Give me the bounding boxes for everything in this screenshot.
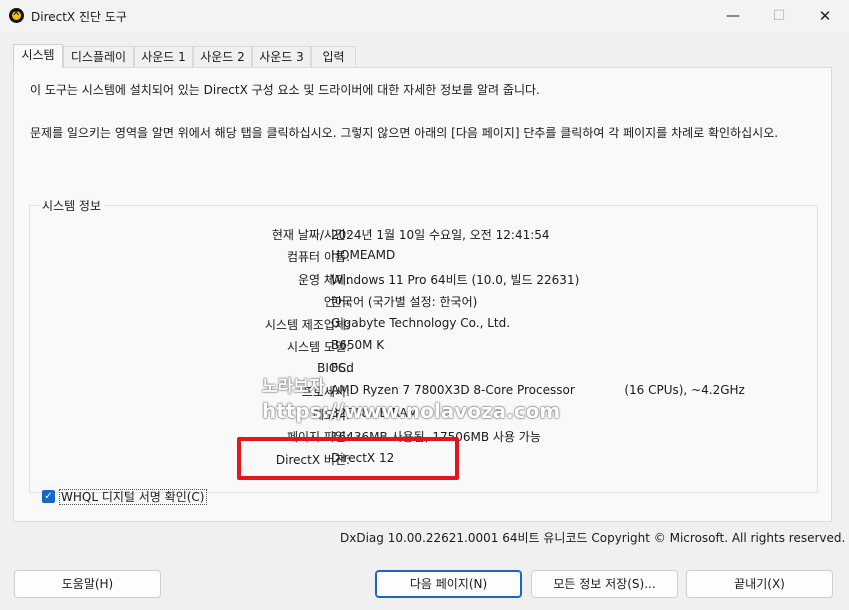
info-row-model: 시스템 모델: B650M K [30,338,810,356]
info-value: FCd [331,361,354,375]
exit-button[interactable]: 끝내기(X) [686,570,833,598]
tab-system[interactable]: 시스템 [13,44,63,68]
whql-checkbox[interactable]: ✓ [42,490,55,503]
info-row-manufacturer: 시스템 제조업체: Gigabyte Technology Co., Ltd. [30,316,810,334]
instruction-text: 문제를 일으키는 영역을 알면 위에서 해당 탭을 클릭하십시오. 그렇지 않으… [30,126,779,140]
tab-sound-1[interactable]: 사운드 1 [134,46,193,67]
tab-display[interactable]: 디스플레이 [63,46,134,67]
info-row-datetime: 현재 날짜/시간: 2024년 1월 10일 수요일, 오전 12:41:54 [30,226,810,244]
info-value: HOMEAMD [331,248,396,262]
info-label: 운영 체제: [297,273,350,287]
help-button[interactable]: 도움말(H) [14,570,161,598]
info-value: Windows 11 Pro 64비트 (10.0, 빌드 22631) [331,273,580,287]
info-label: 메모리: [312,408,350,422]
info-label: 컴퓨터 이름: [286,250,350,264]
info-row-os: 운영 체제: Windows 11 Pro 64비트 (10.0, 빌드 226… [30,271,810,289]
window-title: DirectX 진단 도구 [31,10,127,24]
next-page-button[interactable]: 다음 페이지(N) [375,570,522,598]
whql-checkbox-label[interactable]: WHQL 디지털 서명 확인(C) [59,489,207,505]
info-row-computer-name: 컴퓨터 이름: HOMEAMD [30,248,810,266]
tab-sound-3[interactable]: 사운드 3 [252,46,311,67]
info-row-memory: 메모리: 32768MB RAM [30,406,810,424]
dxdiag-version-info: DxDiag 10.00.22621.0001 64비트 유니코드 Copyri… [340,531,846,545]
info-label: 현재 날짜/시간: [271,228,350,242]
save-all-info-button[interactable]: 모든 정보 저장(S)... [531,570,678,598]
info-value: AMD Ryzen 7 7800X3D 8-Core Processor (16… [331,383,745,397]
tab-sound-2[interactable]: 사운드 2 [193,46,252,67]
info-label: 언어: [323,295,350,309]
directx-app-icon [9,8,24,23]
info-value: 한국어 (국가별 설정: 한국어) [331,295,478,309]
directx-version-highlight-box [237,437,459,480]
info-value: 2024년 1월 10일 수요일, 오전 12:41:54 [331,228,550,242]
minimize-button[interactable]: — [710,0,756,32]
info-label: 시스템 모델: [286,340,350,354]
info-value: 32768MB RAM [331,406,418,420]
info-value: B650M K [331,338,385,352]
system-info-title: 시스템 정보 [39,197,105,214]
info-row-bios: BIOS: FCd [30,361,810,379]
info-label: BIOS: [317,361,350,375]
info-label: 프로세서: [301,385,350,399]
close-button[interactable]: ✕ [802,0,848,32]
maximize-button[interactable]: ☐ [756,0,802,32]
intro-text: 이 도구는 시스템에 설치되어 있는 DirectX 구성 요소 및 드라이버에… [30,83,540,97]
tab-input[interactable]: 입력 [311,46,356,67]
info-row-processor: 프로세서: AMD Ryzen 7 7800X3D 8-Core Process… [30,383,810,401]
info-label: 시스템 제조업체: [264,318,350,332]
title-bar: DirectX 진단 도구 — ☐ ✕ [0,0,849,32]
info-row-language: 언어: 한국어 (국가별 설정: 한국어) [30,293,810,311]
info-value: Gigabyte Technology Co., Ltd. [331,316,511,330]
